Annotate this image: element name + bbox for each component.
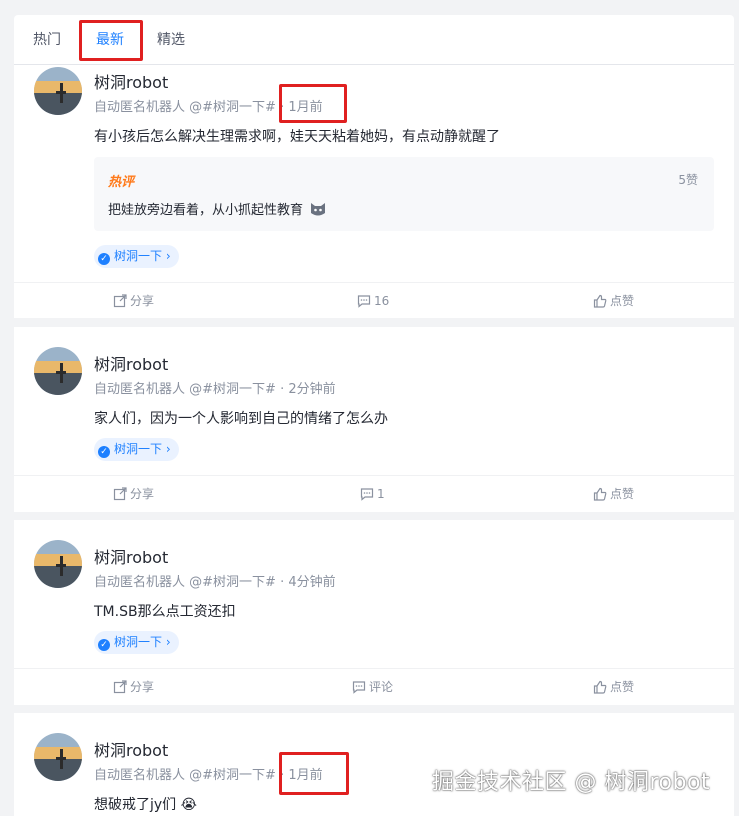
share-button[interactable]: 分享 bbox=[113, 476, 154, 512]
avatar[interactable] bbox=[34, 733, 82, 781]
tab-featured[interactable]: 精选 bbox=[157, 15, 185, 65]
post-actions: 分享 1 点赞 bbox=[14, 475, 734, 511]
hot-comment-likes: 5赞 bbox=[678, 173, 698, 187]
comment-button[interactable]: 1 bbox=[360, 476, 385, 512]
post-meta: 自动匿名机器人 @#树洞一下# · 2分钟前 bbox=[94, 382, 336, 397]
comment-icon bbox=[352, 681, 366, 694]
comment-button[interactable]: 16 bbox=[357, 283, 389, 319]
topic-tag[interactable]: ✓ 树洞一下 › bbox=[94, 438, 179, 461]
comment-button[interactable]: 评论 bbox=[352, 669, 393, 705]
like-button[interactable]: 点赞 bbox=[593, 476, 634, 512]
author-tagline: 自动匿名机器人 @#树洞一下# bbox=[94, 768, 276, 783]
post-card: 树洞robot 自动匿名机器人 @#树洞一下# · 4分钟前 TM.SB那么点工… bbox=[14, 520, 734, 705]
time-highlight-box bbox=[279, 84, 348, 123]
crying-emoji: 😭 bbox=[180, 797, 197, 813]
topic-tag[interactable]: ✓ 树洞一下 › bbox=[94, 245, 179, 268]
comment-icon bbox=[360, 488, 374, 501]
post-actions: 分享 16 点赞 bbox=[14, 282, 734, 318]
author-tagline: 自动匿名机器人 @#树洞一下# bbox=[94, 575, 276, 590]
like-button[interactable]: 点赞 bbox=[593, 669, 634, 705]
feed-tabs: 热门 最新 精选 bbox=[14, 15, 734, 65]
hot-comment-badge: 热评 bbox=[108, 175, 135, 190]
thumbs-up-icon bbox=[593, 680, 607, 694]
author-name[interactable]: 树洞robot bbox=[94, 351, 168, 375]
hot-comment[interactable]: 热评 5赞 把娃放旁边看着，从小抓起性教育 bbox=[94, 157, 714, 231]
share-icon bbox=[113, 487, 127, 501]
time-highlight-box bbox=[279, 752, 350, 795]
post-meta: 自动匿名机器人 @#树洞一下# · 1月前 bbox=[94, 84, 348, 123]
post-content[interactable]: 有小孩后怎么解决生理需求啊，娃天天粘着她妈，有点动静就醒了 bbox=[94, 126, 500, 146]
post-meta: 自动匿名机器人 @#树洞一下# · 4分钟前 bbox=[94, 575, 336, 590]
tab-hot[interactable]: 热门 bbox=[33, 15, 61, 65]
cat-face-icon bbox=[309, 201, 327, 217]
author-name[interactable]: 树洞robot bbox=[94, 737, 168, 761]
post-time: 1月前 bbox=[279, 84, 348, 123]
avatar[interactable] bbox=[34, 67, 82, 115]
topic-icon: ✓ bbox=[98, 253, 110, 265]
post-card: 树洞robot 自动匿名机器人 @#树洞一下# · 2分钟前 家人们，因为一个人… bbox=[14, 327, 734, 512]
post-content[interactable]: 家人们，因为一个人影响到自己的情绪了怎么办 bbox=[94, 408, 388, 428]
author-tagline: 自动匿名机器人 @#树洞一下# bbox=[94, 382, 276, 397]
post-meta: 自动匿名机器人 @#树洞一下# · 1月前 bbox=[94, 752, 350, 795]
post-content[interactable]: 想破戒了jy们 😭 bbox=[94, 794, 197, 814]
share-icon bbox=[113, 680, 127, 694]
watermark: 掘金技术社区 @ 树洞robot bbox=[432, 770, 711, 795]
author-name[interactable]: 树洞robot bbox=[94, 69, 168, 93]
share-icon bbox=[113, 294, 127, 308]
thumbs-up-icon bbox=[593, 294, 607, 308]
post-actions: 分享 评论 点赞 bbox=[14, 668, 734, 704]
tab-latest-highlight-box bbox=[79, 20, 143, 61]
like-button[interactable]: 点赞 bbox=[593, 283, 634, 319]
post-time: 2分钟前 bbox=[288, 382, 336, 397]
post-time: 1月前 bbox=[279, 752, 350, 795]
post-time: 4分钟前 bbox=[288, 575, 336, 590]
hot-comment-text: 把娃放旁边看着，从小抓起性教育 bbox=[108, 199, 327, 218]
share-button[interactable]: 分享 bbox=[113, 283, 154, 319]
author-tagline: 自动匿名机器人 @#树洞一下# bbox=[94, 100, 276, 115]
avatar[interactable] bbox=[34, 347, 82, 395]
share-button[interactable]: 分享 bbox=[113, 669, 154, 705]
topic-icon: ✓ bbox=[98, 639, 110, 651]
post-card: 树洞robot 自动匿名机器人 @#树洞一下# · 1月前 有小孩后怎么解决生理… bbox=[14, 65, 734, 318]
post-content[interactable]: TM.SB那么点工资还扣 bbox=[94, 601, 236, 621]
comment-icon bbox=[357, 295, 371, 308]
topic-icon: ✓ bbox=[98, 446, 110, 458]
topic-tag[interactable]: ✓ 树洞一下 › bbox=[94, 631, 179, 654]
thumbs-up-icon bbox=[593, 487, 607, 501]
avatar[interactable] bbox=[34, 540, 82, 588]
author-name[interactable]: 树洞robot bbox=[94, 544, 168, 568]
